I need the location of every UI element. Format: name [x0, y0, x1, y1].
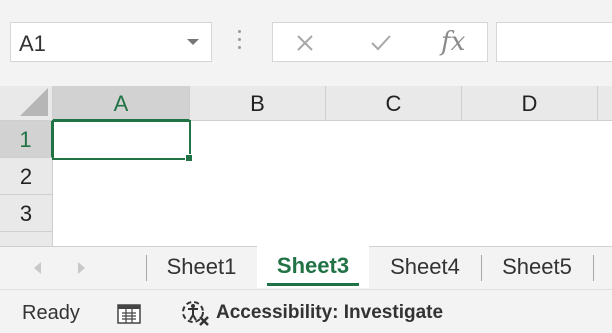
- tab-sheet3[interactable]: Sheet3: [257, 246, 369, 288]
- select-all-corner[interactable]: [0, 86, 53, 121]
- sheet-tab-bar: Sheet1 Sheet3 Sheet4 Sheet5: [0, 246, 612, 289]
- column-header-c[interactable]: C: [326, 86, 462, 121]
- formula-input[interactable]: [496, 22, 612, 62]
- fill-handle[interactable]: [185, 154, 193, 162]
- status-bar: Ready Accessibility: Investigate: [0, 289, 612, 333]
- spreadsheet-grid[interactable]: A B C D 1 2 3: [0, 86, 612, 246]
- chevron-down-icon[interactable]: [187, 39, 199, 45]
- cancel-icon[interactable]: [295, 33, 315, 53]
- formula-controls: fx: [272, 22, 488, 62]
- tab-sheet5[interactable]: Sheet5: [482, 247, 592, 287]
- name-box-value[interactable]: A1: [19, 31, 46, 57]
- accessibility-status[interactable]: Accessibility: Investigate: [216, 302, 443, 324]
- formula-bar: A1 fx: [0, 0, 612, 86]
- tab-sheet1[interactable]: Sheet1: [147, 247, 256, 287]
- name-box[interactable]: A1: [10, 22, 212, 62]
- active-cell[interactable]: [52, 120, 193, 162]
- column-header-d[interactable]: D: [462, 86, 598, 121]
- more-options-icon[interactable]: [238, 30, 242, 54]
- active-tab-underline: [267, 283, 359, 286]
- scroll-tabs-left-icon[interactable]: [34, 262, 41, 274]
- tab-sheet4[interactable]: Sheet4: [370, 247, 480, 287]
- macro-recording-icon[interactable]: [117, 301, 143, 325]
- column-header-e[interactable]: [598, 86, 612, 121]
- row-header-1[interactable]: 1: [0, 121, 53, 158]
- scroll-tabs-right-icon[interactable]: [78, 262, 85, 274]
- insert-function-button[interactable]: fx: [441, 27, 465, 57]
- row-header-2[interactable]: 2: [0, 158, 53, 195]
- status-text: Ready: [22, 302, 80, 324]
- row-header-3[interactable]: 3: [0, 195, 53, 232]
- row-header-4[interactable]: [0, 232, 53, 246]
- tab-sheet3-label: Sheet3: [276, 253, 350, 278]
- tab-divider: [593, 255, 594, 281]
- column-header-b[interactable]: B: [190, 86, 326, 121]
- column-header-a[interactable]: A: [53, 86, 190, 121]
- select-all-icon: [20, 88, 48, 116]
- checkmark-icon[interactable]: [369, 33, 393, 53]
- accessibility-icon[interactable]: [180, 299, 210, 327]
